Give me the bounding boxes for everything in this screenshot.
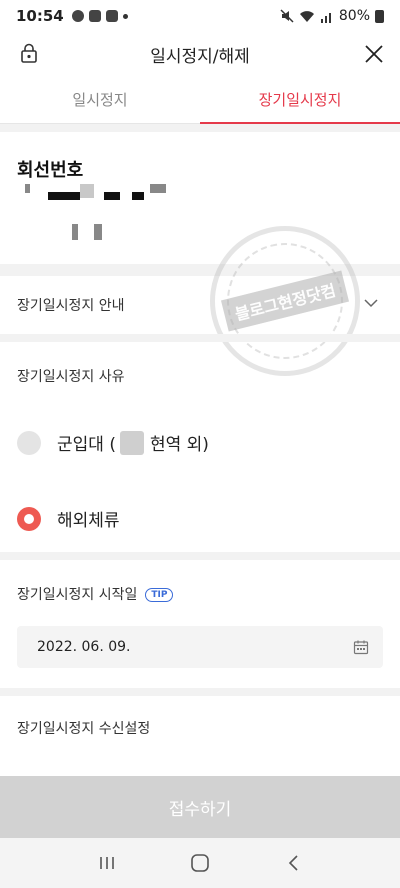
notification-icons [71,10,128,22]
gallery-icon [105,10,118,22]
tip-badge[interactable]: TIP [145,588,174,602]
reason-section: 장기일시정지 사유 군입대 ( 현역 외) 해외체류 [0,342,400,552]
status-right: 80% [280,8,384,24]
submit-button[interactable]: 접수하기 [0,776,400,838]
recent-apps-button[interactable] [92,848,122,878]
start-date-label: 장기일시정지 시작일 [17,587,138,603]
overseas-option-label: 해외체류 [57,511,120,531]
redacted-block [72,224,78,240]
tab-bar: 일시정지 장기일시정지 [0,76,400,124]
guide-label: 장기일시정지 안내 [17,298,125,314]
reason-option-military[interactable]: 군입대 ( 현역 외) [17,430,209,455]
line-number-title: 회선번호 [17,160,84,181]
radio-unselected[interactable] [17,430,41,455]
calendar-icon[interactable] [353,639,369,655]
home-icon [191,854,209,872]
redacted-block [150,184,166,193]
page-title: 일시정지/해제 [150,46,250,67]
line-number-section: 회선번호 [0,132,400,264]
receive-settings-section: 장기일시정지 수신설정 [0,696,400,776]
section-divider [0,552,400,560]
image-icon [88,10,101,22]
radio-selected[interactable] [17,506,41,531]
wifi-icon [299,10,314,22]
header: 일시정지/해제 [0,32,400,76]
section-divider [0,264,400,276]
military-option-prefix: 군입대 ( [57,435,116,455]
guide-accordion[interactable]: 장기일시정지 안내 [0,276,400,334]
start-date-value: 2022. 06. 09. [37,639,131,655]
more-notifications-icon [122,13,128,19]
reason-option-overseas[interactable]: 해외체류 [17,506,120,531]
section-divider [0,688,400,696]
start-date-label-row: 장기일시정지 시작일 TIP [17,584,174,604]
back-button[interactable] [278,848,308,878]
tab-long-term-pause[interactable]: 장기일시정지 [200,76,400,124]
back-icon [289,855,298,871]
system-nav-bar [0,838,400,888]
tab-pause[interactable]: 일시정지 [0,76,200,123]
redacted-block [48,192,80,200]
battery-percent: 80% [338,8,370,24]
start-date-section: 장기일시정지 시작일 TIP 2022. 06. 09. [0,560,400,688]
redacted-block [132,192,144,200]
redacted-block [104,192,120,200]
section-divider [0,334,400,342]
lock-icon[interactable] [20,43,38,63]
reason-label: 장기일시정지 사유 [17,369,125,385]
chevron-down-icon [364,299,378,308]
status-bar: 10:54 80% [0,0,400,32]
redacted-block [119,430,144,455]
close-icon[interactable] [362,42,386,66]
start-date-field[interactable]: 2022. 06. 09. [17,626,383,668]
battery-icon [375,9,384,23]
section-divider [0,124,400,132]
chat-bubble-icon [71,10,84,22]
redacted-block [94,224,102,240]
redacted-block [25,184,30,193]
status-time: 10:54 [16,7,64,25]
receive-settings-label: 장기일시정지 수신설정 [17,721,151,737]
redacted-block [80,184,94,198]
recent-apps-icon [99,857,114,869]
military-option-suffix: 현역 외) [149,435,209,455]
home-button[interactable] [185,848,215,878]
mute-icon [280,9,294,23]
signal-icon [320,12,331,23]
